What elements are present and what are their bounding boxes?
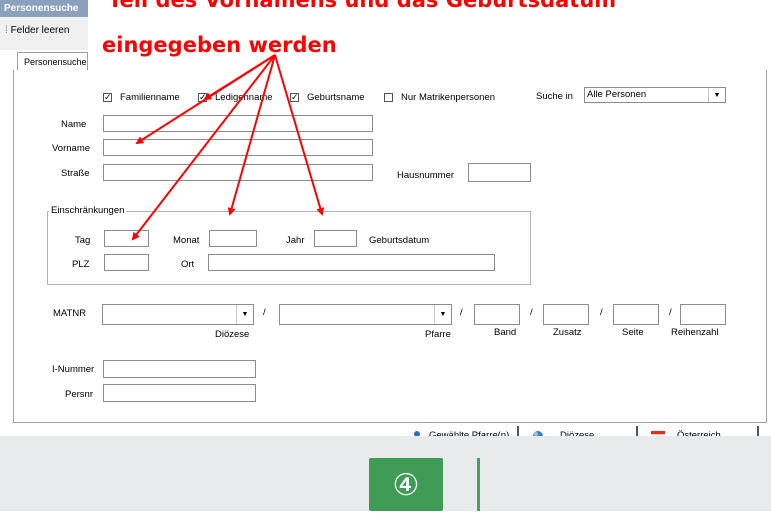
arrow-to-jahr <box>274 54 325 216</box>
annotation-arrows <box>131 54 325 241</box>
arrow-to-tag <box>131 54 276 241</box>
